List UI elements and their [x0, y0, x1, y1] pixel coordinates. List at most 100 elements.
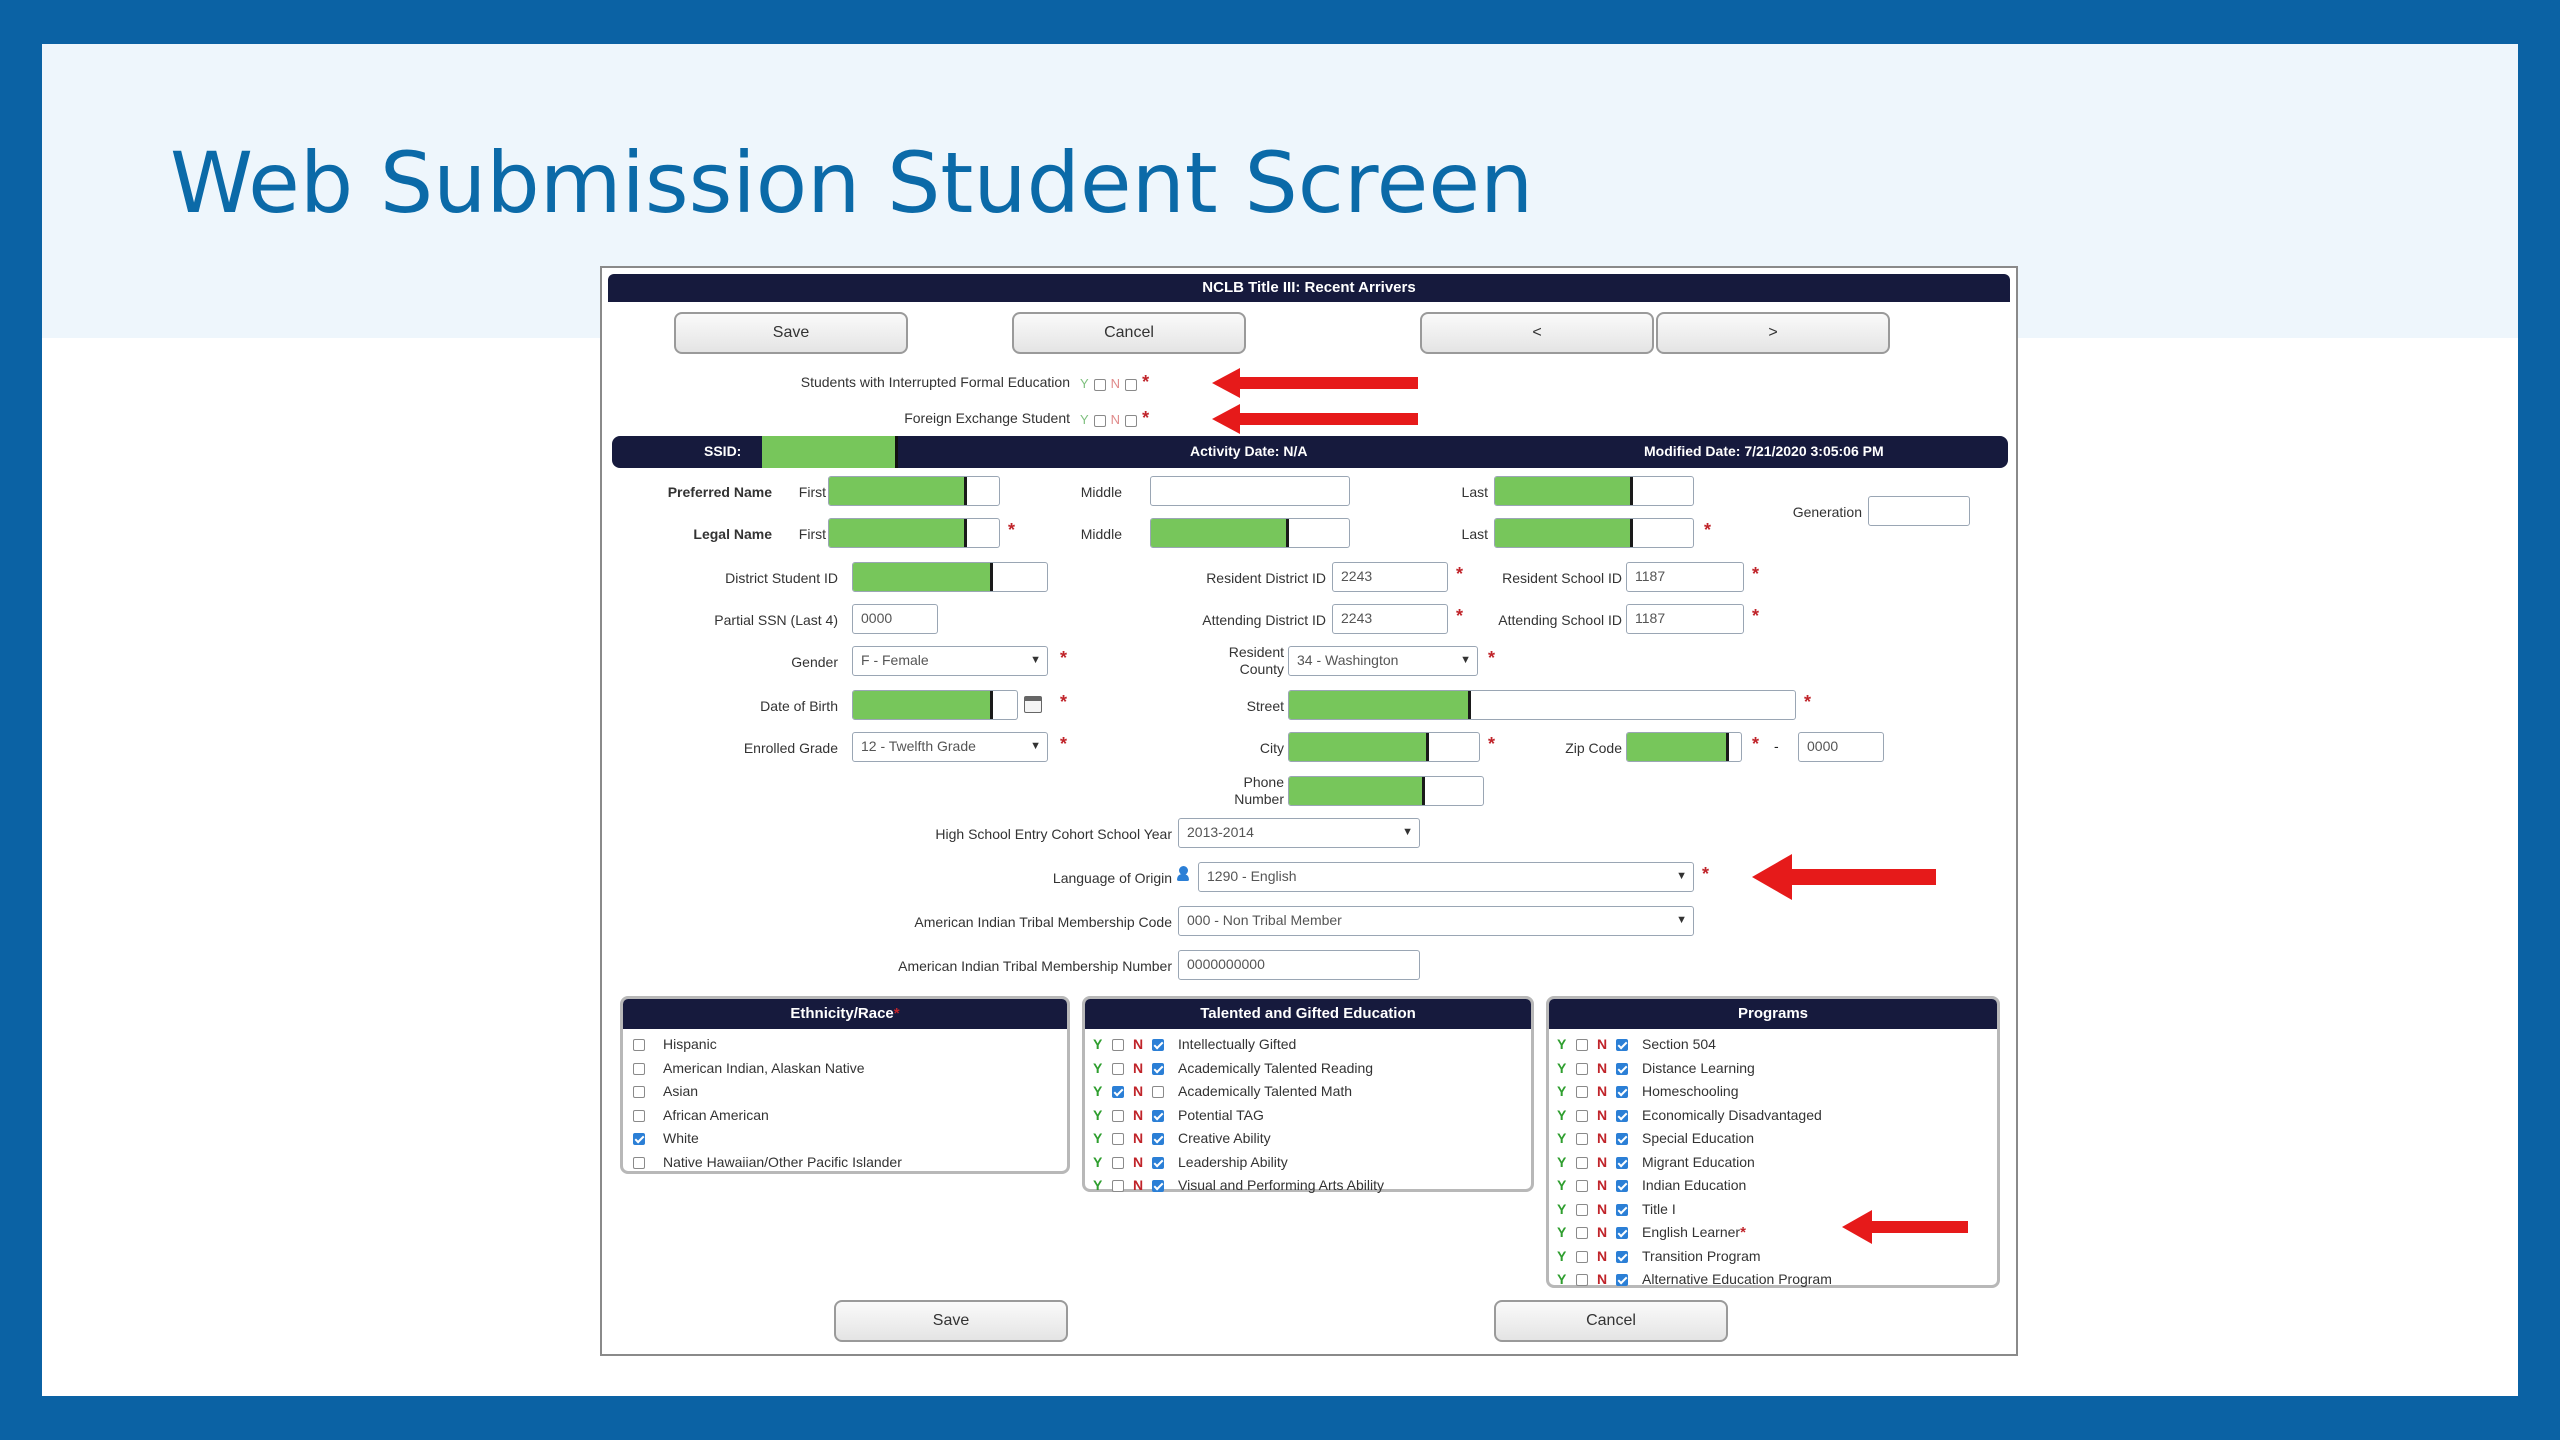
sife-y-checkbox[interactable]	[1093, 378, 1106, 391]
preferred-first-input[interactable]	[828, 476, 1000, 506]
ethnicity-checkbox[interactable]	[633, 1133, 645, 1146]
foreign-exchange-y-checkbox[interactable]	[1093, 414, 1106, 427]
redacted-mask	[1289, 733, 1429, 761]
ethnicity-panel: Ethnicity/Race* Hispanic American Indian,…	[620, 996, 1070, 1174]
gender-select[interactable]: F - Female	[852, 646, 1048, 676]
resident-district-id-label: Resident District ID	[1206, 570, 1326, 586]
foreign-exchange-n-checkbox[interactable]	[1125, 414, 1138, 427]
program-n-checkbox[interactable]	[1616, 1133, 1628, 1146]
tag-n-checkbox[interactable]	[1152, 1086, 1164, 1099]
tag-y-checkbox[interactable]	[1112, 1180, 1124, 1193]
attending-district-id-input[interactable]: 2243	[1332, 604, 1448, 634]
program-n-checkbox[interactable]	[1616, 1086, 1628, 1099]
tag-n-checkbox[interactable]	[1152, 1109, 1164, 1122]
program-n-checkbox[interactable]	[1616, 1062, 1628, 1075]
ethnicity-checkbox[interactable]	[633, 1086, 645, 1099]
phone-label: Phone Number	[1202, 774, 1284, 808]
program-y-checkbox[interactable]	[1576, 1086, 1588, 1099]
program-y-checkbox[interactable]	[1576, 1274, 1588, 1287]
program-n-checkbox[interactable]	[1616, 1274, 1628, 1287]
resident-county-select[interactable]: 34 - Washington	[1288, 646, 1478, 676]
program-y-checkbox[interactable]	[1576, 1109, 1588, 1122]
zip-dash: -	[1774, 738, 1779, 754]
zip-extension-input[interactable]: 0000	[1798, 732, 1884, 762]
preferred-last-input[interactable]	[1494, 476, 1694, 506]
preferred-first-label: First	[798, 484, 826, 500]
tag-n-label: N	[1133, 1106, 1144, 1123]
sife-n-checkbox[interactable]	[1125, 378, 1138, 391]
info-icon[interactable]	[1176, 866, 1190, 882]
next-button[interactable]: >	[1656, 312, 1890, 354]
tag-y-checkbox[interactable]	[1112, 1133, 1124, 1146]
legal-first-input[interactable]	[828, 518, 1000, 548]
tag-n-checkbox[interactable]	[1152, 1133, 1164, 1146]
save-button-bottom[interactable]: Save	[834, 1300, 1068, 1342]
program-item-label: Indian Education	[1642, 1177, 1747, 1193]
dob-input[interactable]	[852, 690, 1018, 720]
redacted-mask	[1627, 733, 1729, 761]
save-button-top[interactable]: Save	[674, 312, 908, 354]
program-y-checkbox[interactable]	[1576, 1227, 1588, 1240]
tag-item-label: Visual and Performing Arts Ability	[1178, 1177, 1384, 1193]
resident-school-id-input[interactable]: 1187	[1626, 562, 1744, 592]
ethnicity-item[interactable]: American Indian, Alaskan Native	[623, 1057, 1067, 1081]
generation-input[interactable]	[1868, 496, 1970, 526]
ethnicity-item[interactable]: White	[623, 1127, 1067, 1151]
tag-y-checkbox[interactable]	[1112, 1086, 1124, 1099]
program-n-checkbox[interactable]	[1616, 1203, 1628, 1216]
legal-middle-input[interactable]	[1150, 518, 1350, 548]
cancel-button-bottom[interactable]: Cancel	[1494, 1300, 1728, 1342]
tag-y-checkbox[interactable]	[1112, 1062, 1124, 1075]
program-y-checkbox[interactable]	[1576, 1039, 1588, 1052]
hs-cohort-select[interactable]: 2013-2014	[1178, 818, 1420, 848]
tag-y-checkbox[interactable]	[1112, 1039, 1124, 1052]
phone-input[interactable]	[1288, 776, 1484, 806]
previous-button[interactable]: <	[1420, 312, 1654, 354]
legal-last-input[interactable]	[1494, 518, 1694, 548]
resident-district-id-input[interactable]: 2243	[1332, 562, 1448, 592]
street-input[interactable]	[1288, 690, 1796, 720]
tag-n-label: N	[1133, 1059, 1144, 1076]
program-y-checkbox[interactable]	[1576, 1180, 1588, 1193]
tag-item: Y N Academically Talented Math	[1085, 1080, 1531, 1104]
program-n-checkbox[interactable]	[1616, 1109, 1628, 1122]
preferred-middle-input[interactable]	[1150, 476, 1350, 506]
ethnicity-checkbox[interactable]	[633, 1109, 645, 1122]
calendar-icon[interactable]	[1024, 696, 1042, 713]
program-n-checkbox[interactable]	[1616, 1227, 1628, 1240]
partial-ssn-input[interactable]: 0000	[852, 604, 938, 634]
enrolled-grade-select[interactable]: 12 - Twelfth Grade	[852, 732, 1048, 762]
program-n-checkbox[interactable]	[1616, 1156, 1628, 1169]
ethnicity-item[interactable]: Hispanic	[623, 1033, 1067, 1057]
ethnicity-item[interactable]: Native Hawaiian/Other Pacific Islander	[623, 1151, 1067, 1175]
program-y-checkbox[interactable]	[1576, 1203, 1588, 1216]
program-n-checkbox[interactable]	[1616, 1039, 1628, 1052]
tag-y-checkbox[interactable]	[1112, 1156, 1124, 1169]
program-y-checkbox[interactable]	[1576, 1250, 1588, 1263]
city-input[interactable]	[1288, 732, 1480, 762]
tag-n-checkbox[interactable]	[1152, 1039, 1164, 1052]
tag-n-checkbox[interactable]	[1152, 1180, 1164, 1193]
attending-school-id-input[interactable]: 1187	[1626, 604, 1744, 634]
zip-code-input[interactable]	[1626, 732, 1742, 762]
ethnicity-checkbox[interactable]	[633, 1156, 645, 1169]
language-of-origin-select[interactable]: 1290 - English	[1198, 862, 1694, 892]
ethnicity-item[interactable]: African American	[623, 1104, 1067, 1128]
ethnicity-item[interactable]: Asian	[623, 1080, 1067, 1104]
tribal-code-select[interactable]: 000 - Non Tribal Member	[1178, 906, 1694, 936]
tribal-number-input[interactable]: 0000000000	[1178, 950, 1420, 980]
tag-n-checkbox[interactable]	[1152, 1156, 1164, 1169]
program-n-checkbox[interactable]	[1616, 1180, 1628, 1193]
ethnicity-checkbox[interactable]	[633, 1062, 645, 1075]
district-student-id-input[interactable]	[852, 562, 1048, 592]
program-y-checkbox[interactable]	[1576, 1133, 1588, 1146]
tag-y-checkbox[interactable]	[1112, 1109, 1124, 1122]
program-n-checkbox[interactable]	[1616, 1250, 1628, 1263]
program-y-checkbox[interactable]	[1576, 1156, 1588, 1169]
ethnicity-checkbox[interactable]	[633, 1039, 645, 1052]
cancel-button-top[interactable]: Cancel	[1012, 312, 1246, 354]
tag-n-checkbox[interactable]	[1152, 1062, 1164, 1075]
program-y-checkbox[interactable]	[1576, 1062, 1588, 1075]
ethnicity-title: Ethnicity/Race	[790, 1005, 894, 1022]
program-n-label: N	[1597, 1247, 1608, 1264]
